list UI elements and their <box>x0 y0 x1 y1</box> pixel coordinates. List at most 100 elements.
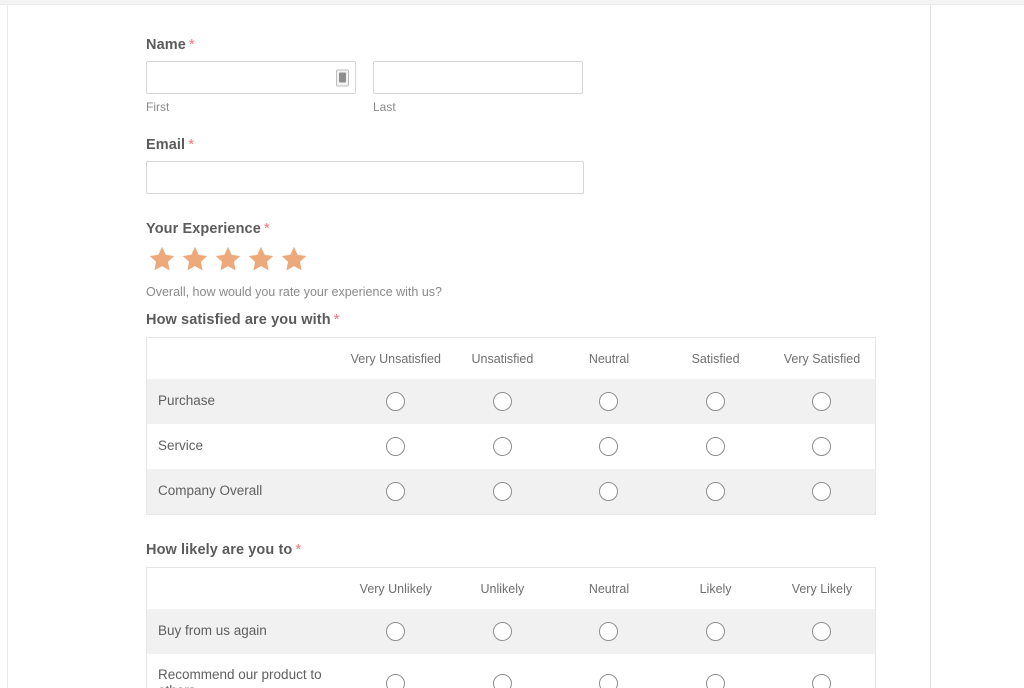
matrix-column-header: Unlikely <box>449 568 556 610</box>
radio-button[interactable] <box>493 437 512 456</box>
survey-form: Name* First Last Email* <box>0 0 930 688</box>
matrix-option-cell[interactable] <box>662 609 769 654</box>
matrix-column-header: Very Unsatisfied <box>343 338 450 380</box>
likelihood-matrix-table[interactable]: Very UnlikelyUnlikelyNeutralLikelyVery L… <box>146 567 876 688</box>
radio-button[interactable] <box>599 437 618 456</box>
radio-button[interactable] <box>599 622 618 641</box>
matrix-option-cell[interactable] <box>556 379 663 424</box>
likelihood-matrix-label: How likely are you to* <box>146 541 930 558</box>
radio-button[interactable] <box>493 622 512 641</box>
radio-button[interactable] <box>493 392 512 411</box>
survey-page: Name* First Last Email* <box>0 0 1024 688</box>
star-icon[interactable] <box>280 245 308 273</box>
satisfaction-matrix-label: How satisfied are you with* <box>146 311 930 328</box>
star-icon[interactable] <box>247 245 275 273</box>
matrix-option-cell[interactable] <box>449 469 556 515</box>
radio-button[interactable] <box>812 392 831 411</box>
matrix-column-header: Neutral <box>556 338 663 380</box>
satisfaction-matrix-table[interactable]: Very UnsatisfiedUnsatisfiedNeutralSatisf… <box>146 337 876 515</box>
matrix-corner-cell <box>147 568 343 610</box>
experience-label-text: Your Experience <box>146 221 261 237</box>
matrix-row: Recommend our product to others <box>147 654 876 688</box>
first-name-sublabel: First <box>146 100 356 114</box>
radio-button[interactable] <box>706 622 725 641</box>
experience-required-asterisk: * <box>264 220 270 237</box>
matrix-column-header: Very Satisfied <box>769 338 876 380</box>
matrix-option-cell[interactable] <box>769 469 876 515</box>
first-name-input[interactable] <box>146 61 356 94</box>
radio-button[interactable] <box>706 437 725 456</box>
matrix-option-cell[interactable] <box>449 654 556 688</box>
experience-label: Your Experience* <box>146 220 930 237</box>
last-name-sublabel: Last <box>373 100 583 114</box>
radio-button[interactable] <box>386 437 405 456</box>
name-field-group: Name* First Last <box>146 36 930 114</box>
matrix-row: Purchase <box>147 379 876 424</box>
likelihood-required-asterisk: * <box>295 541 301 558</box>
radio-button[interactable] <box>386 622 405 641</box>
matrix-option-cell[interactable] <box>343 424 450 469</box>
radio-button[interactable] <box>599 674 618 688</box>
matrix-option-cell[interactable] <box>449 609 556 654</box>
matrix-option-cell[interactable] <box>662 424 769 469</box>
experience-field-group: Your Experience* Overall, how would you … <box>146 220 930 299</box>
matrix-column-header: Unsatisfied <box>449 338 556 380</box>
radio-button[interactable] <box>706 482 725 501</box>
last-name-input[interactable] <box>373 61 583 94</box>
radio-button[interactable] <box>812 482 831 501</box>
matrix-option-cell[interactable] <box>769 379 876 424</box>
radio-button[interactable] <box>493 674 512 688</box>
radio-button[interactable] <box>493 482 512 501</box>
star-icon[interactable] <box>214 245 242 273</box>
radio-button[interactable] <box>386 674 405 688</box>
matrix-option-cell[interactable] <box>449 379 556 424</box>
satisfaction-required-asterisk: * <box>334 311 340 328</box>
experience-help-text: Overall, how would you rate your experie… <box>146 285 930 299</box>
matrix-option-cell[interactable] <box>556 469 663 515</box>
matrix-column-header: Neutral <box>556 568 663 610</box>
page-right-border <box>930 5 931 688</box>
matrix-option-cell[interactable] <box>343 469 450 515</box>
email-input[interactable] <box>146 161 584 194</box>
star-icon[interactable] <box>148 245 176 273</box>
matrix-row: Service <box>147 424 876 469</box>
name-label-text: Name <box>146 37 186 53</box>
matrix-option-cell[interactable] <box>662 469 769 515</box>
name-last-column: Last <box>373 61 583 114</box>
first-name-input-wrap <box>146 61 356 94</box>
matrix-row: Company Overall <box>147 469 876 515</box>
matrix-option-cell[interactable] <box>556 609 663 654</box>
radio-button[interactable] <box>706 392 725 411</box>
likelihood-matrix-label-text: How likely are you to <box>146 542 292 558</box>
star-icon[interactable] <box>181 245 209 273</box>
matrix-option-cell[interactable] <box>662 654 769 688</box>
matrix-option-cell[interactable] <box>343 379 450 424</box>
matrix-corner-cell <box>147 338 343 380</box>
autofill-icon[interactable] <box>336 69 349 86</box>
matrix-option-cell[interactable] <box>343 609 450 654</box>
name-inputs-row: First Last <box>146 61 930 114</box>
satisfaction-matrix-label-text: How satisfied are you with <box>146 312 331 328</box>
matrix-option-cell[interactable] <box>343 654 450 688</box>
matrix-column-header: Satisfied <box>662 338 769 380</box>
matrix-option-cell[interactable] <box>556 424 663 469</box>
radio-button[interactable] <box>386 392 405 411</box>
radio-button[interactable] <box>599 392 618 411</box>
matrix-option-cell[interactable] <box>449 424 556 469</box>
matrix-option-cell[interactable] <box>556 654 663 688</box>
matrix-row-label: Recommend our product to others <box>147 654 343 688</box>
matrix-option-cell[interactable] <box>769 609 876 654</box>
matrix-option-cell[interactable] <box>769 654 876 688</box>
star-rating[interactable] <box>148 245 930 273</box>
matrix-option-cell[interactable] <box>662 379 769 424</box>
radio-button[interactable] <box>812 622 831 641</box>
matrix-option-cell[interactable] <box>769 424 876 469</box>
radio-button[interactable] <box>812 437 831 456</box>
radio-button[interactable] <box>812 674 831 688</box>
email-field-group: Email* <box>146 136 930 194</box>
matrix-header-row: Very UnsatisfiedUnsatisfiedNeutralSatisf… <box>147 338 876 380</box>
matrix-row-label: Company Overall <box>147 469 343 515</box>
radio-button[interactable] <box>706 674 725 688</box>
radio-button[interactable] <box>386 482 405 501</box>
radio-button[interactable] <box>599 482 618 501</box>
